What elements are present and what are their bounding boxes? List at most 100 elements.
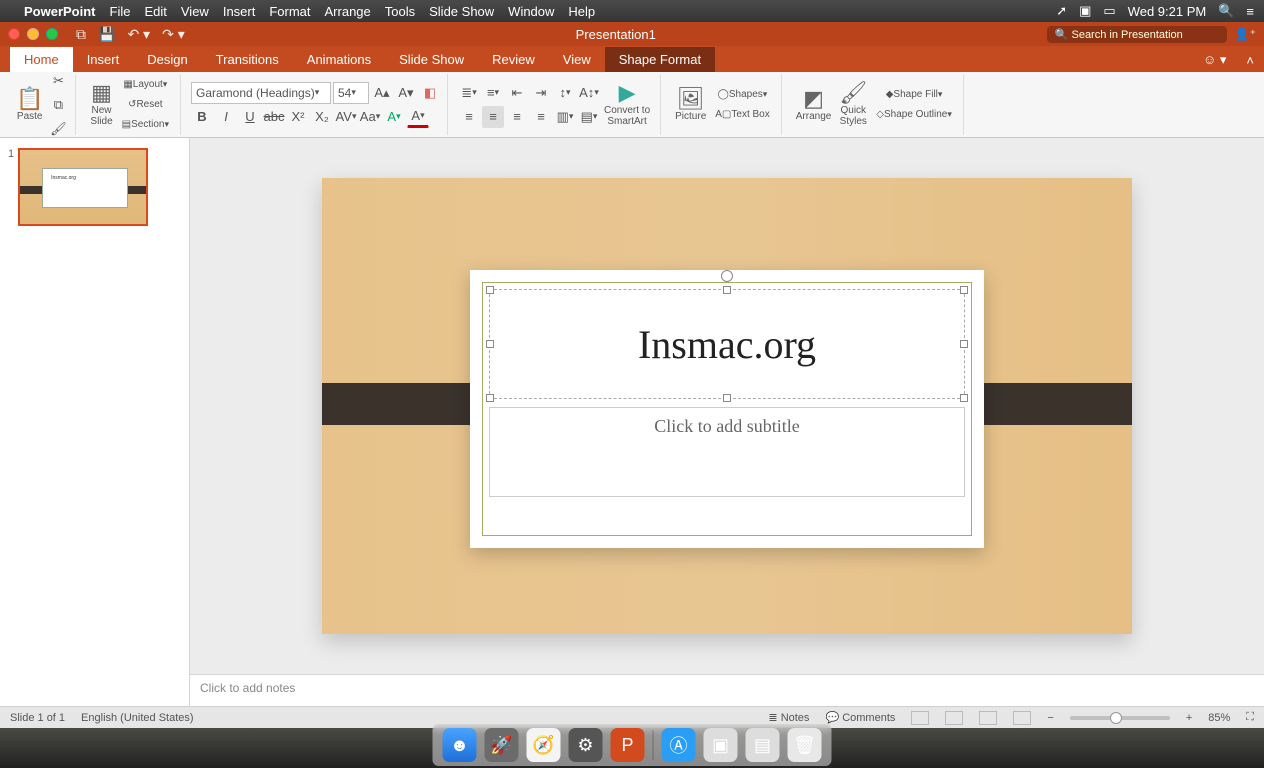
collapse-ribbon-icon[interactable]: ˄ bbox=[1236, 49, 1264, 72]
resize-handle[interactable] bbox=[960, 340, 968, 348]
notes-toggle[interactable]: ≣ Notes bbox=[768, 711, 809, 724]
zoom-slider[interactable] bbox=[1070, 716, 1170, 720]
menu-edit[interactable]: Edit bbox=[144, 4, 166, 19]
format-painter-icon[interactable]: 🖌 bbox=[47, 118, 69, 140]
highlight-icon[interactable]: A bbox=[383, 106, 405, 128]
menu-insert[interactable]: Insert bbox=[223, 4, 256, 19]
bullets-icon[interactable]: ≣ bbox=[458, 82, 480, 104]
settings-icon[interactable]: ⚙ bbox=[569, 728, 603, 762]
appstore-icon[interactable]: Ⓐ bbox=[662, 728, 696, 762]
close-icon[interactable] bbox=[8, 28, 20, 40]
powerpoint-icon[interactable]: P bbox=[611, 728, 645, 762]
sorter-view-icon[interactable] bbox=[945, 711, 963, 725]
tab-design[interactable]: Design bbox=[133, 47, 201, 72]
shapes-button[interactable]: ◯ Shapes bbox=[710, 86, 774, 104]
feedback-icon[interactable]: ☺ ▾ bbox=[1193, 48, 1236, 72]
columns-icon[interactable]: ▥ bbox=[554, 106, 576, 128]
comments-toggle[interactable]: 💬 Comments bbox=[825, 711, 895, 724]
resize-handle[interactable] bbox=[960, 394, 968, 402]
align-right-icon[interactable]: ≡ bbox=[506, 106, 528, 128]
menu-icon[interactable]: ≡ bbox=[1246, 4, 1254, 19]
tab-shape-format[interactable]: Shape Format bbox=[605, 47, 715, 72]
window-controls[interactable] bbox=[8, 28, 58, 40]
subtitle-placeholder[interactable]: Click to add subtitle bbox=[489, 407, 965, 497]
section-button[interactable]: ▤ Section bbox=[117, 116, 174, 134]
menu-view[interactable]: View bbox=[181, 4, 209, 19]
resize-handle[interactable] bbox=[486, 286, 494, 294]
layout-button[interactable]: ▦ Layout bbox=[117, 76, 174, 94]
dock-app-icon[interactable]: ▤ bbox=[746, 728, 780, 762]
menu-window[interactable]: Window bbox=[508, 4, 554, 19]
strike-button[interactable]: abc bbox=[263, 106, 285, 128]
align-left-icon[interactable]: ≡ bbox=[458, 106, 480, 128]
new-slide-button[interactable]: ▦New Slide bbox=[86, 80, 116, 129]
battery-icon[interactable]: ▭ bbox=[1103, 3, 1115, 19]
align-center-icon[interactable]: ≡ bbox=[482, 106, 504, 128]
menu-file[interactable]: File bbox=[110, 4, 131, 19]
cursor-icon[interactable]: ➚ bbox=[1056, 3, 1067, 19]
shape-fill-button[interactable]: ◆ Shape Fill bbox=[871, 86, 957, 104]
slide-thumbnail-1[interactable]: Insmac.org bbox=[18, 148, 148, 226]
tab-insert[interactable]: Insert bbox=[73, 47, 134, 72]
fit-window-icon[interactable]: ⛶ bbox=[1246, 711, 1254, 724]
slide-canvas[interactable]: Insmac.org Click to add subtitle bbox=[322, 178, 1132, 634]
shape-outline-button[interactable]: ◇ Shape Outline bbox=[871, 106, 957, 124]
justify-icon[interactable]: ≡ bbox=[530, 106, 552, 128]
minimize-icon[interactable] bbox=[27, 28, 39, 40]
clear-format-icon[interactable]: ◧ bbox=[419, 82, 441, 104]
indent-icon[interactable]: ⇥ bbox=[530, 82, 552, 104]
resize-handle[interactable] bbox=[486, 394, 494, 402]
title-text[interactable]: Insmac.org bbox=[638, 321, 816, 368]
title-placeholder[interactable]: Insmac.org bbox=[489, 289, 965, 399]
reset-button[interactable]: ↺ Reset bbox=[117, 96, 174, 114]
slide-editor[interactable]: Insmac.org Click to add subtitle bbox=[190, 138, 1264, 674]
outdent-icon[interactable]: ⇤ bbox=[506, 82, 528, 104]
search-input[interactable]: 🔍 Search in Presentation bbox=[1047, 26, 1227, 43]
copy-icon[interactable]: ⧉ bbox=[47, 94, 69, 116]
align-text-icon[interactable]: ▤ bbox=[578, 106, 600, 128]
reading-view-icon[interactable] bbox=[979, 711, 997, 725]
bold-button[interactable]: B bbox=[191, 106, 213, 128]
menu-help[interactable]: Help bbox=[568, 4, 595, 19]
convert-smartart-button[interactable]: ▶Convert to SmartArt bbox=[600, 80, 654, 129]
qat-undo-icon[interactable]: ↶ ▾ bbox=[127, 26, 150, 43]
status-language[interactable]: English (United States) bbox=[81, 712, 194, 724]
slideshow-view-icon[interactable] bbox=[1013, 711, 1031, 725]
zoom-out-button[interactable]: − bbox=[1047, 712, 1053, 724]
display-icon[interactable]: ▣ bbox=[1079, 3, 1091, 19]
spotlight-icon[interactable]: 🔍 bbox=[1218, 3, 1234, 19]
dock-app-icon[interactable]: ▣ bbox=[704, 728, 738, 762]
safari-icon[interactable]: 🧭 bbox=[527, 728, 561, 762]
quick-styles-button[interactable]: 🖌Quick Styles bbox=[835, 80, 871, 129]
qat-redo-icon[interactable]: ↷ ▾ bbox=[162, 26, 185, 43]
resize-handle[interactable] bbox=[486, 340, 494, 348]
grow-font-icon[interactable]: A▴ bbox=[371, 82, 393, 104]
clock[interactable]: Wed 9:21 PM bbox=[1128, 4, 1207, 19]
change-case-icon[interactable]: Aa bbox=[359, 106, 381, 128]
paste-button[interactable]: 📋Paste bbox=[12, 86, 47, 124]
qat-save-icon[interactable]: 💾 bbox=[98, 26, 115, 43]
font-size-combo[interactable]: 54 bbox=[333, 82, 369, 104]
shrink-font-icon[interactable]: A▾ bbox=[395, 82, 417, 104]
normal-view-icon[interactable] bbox=[911, 711, 929, 725]
font-color-icon[interactable]: A bbox=[407, 106, 429, 128]
menu-arrange[interactable]: Arrange bbox=[325, 4, 371, 19]
share-button[interactable]: 👤⁺ bbox=[1235, 27, 1256, 41]
app-name[interactable]: PowerPoint bbox=[24, 4, 96, 19]
cut-icon[interactable]: ✂ bbox=[47, 70, 69, 92]
text-effects-icon[interactable]: AV bbox=[335, 106, 357, 128]
zoom-icon[interactable] bbox=[46, 28, 58, 40]
tab-slideshow[interactable]: Slide Show bbox=[385, 47, 478, 72]
subscript-icon[interactable]: X₂ bbox=[311, 106, 333, 128]
menu-slideshow[interactable]: Slide Show bbox=[429, 4, 494, 19]
line-spacing-icon[interactable]: ↕ bbox=[554, 82, 576, 104]
text-direction-icon[interactable]: A↕ bbox=[578, 82, 600, 104]
superscript-icon[interactable]: X² bbox=[287, 106, 309, 128]
tab-home[interactable]: Home bbox=[10, 47, 73, 72]
zoom-value[interactable]: 85% bbox=[1208, 712, 1230, 724]
underline-button[interactable]: U bbox=[239, 106, 261, 128]
rotate-handle[interactable] bbox=[721, 270, 733, 282]
italic-button[interactable]: I bbox=[215, 106, 237, 128]
launchpad-icon[interactable]: 🚀 bbox=[485, 728, 519, 762]
slide-thumbnail-panel[interactable]: 1 Insmac.org bbox=[0, 138, 190, 706]
